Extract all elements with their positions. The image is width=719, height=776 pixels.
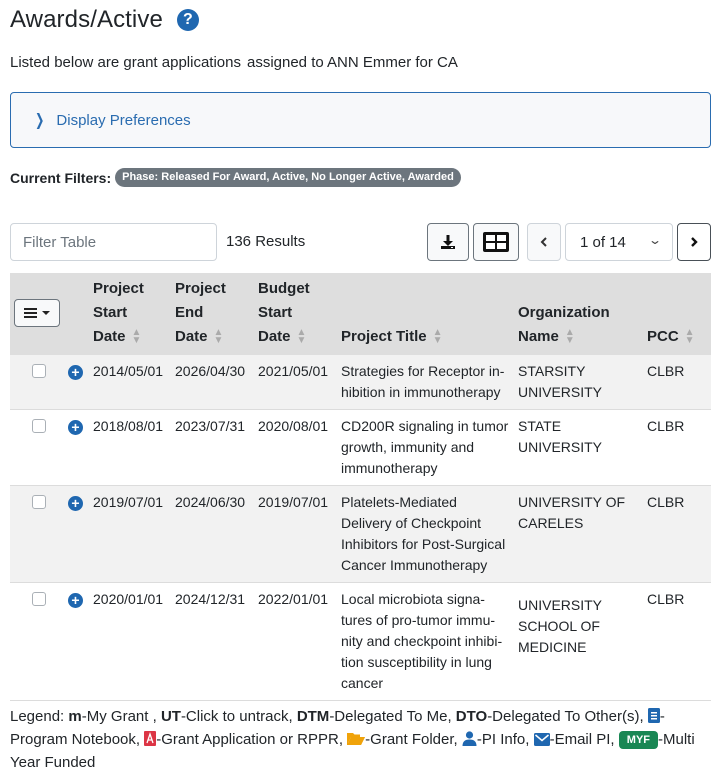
cell-pcc: CLBR [643, 485, 711, 583]
current-filters-label: Current Filters: [10, 169, 112, 186]
cell-pcc: CLBR [643, 409, 711, 486]
chevron-left-icon [540, 237, 547, 247]
table-row: + 2018/08/01 2023/07/31 2020/08/01 CD200… [10, 409, 711, 486]
notebook-icon [647, 708, 660, 723]
legend-code-dto: DTO [455, 708, 488, 725]
plus-circle-icon[interactable]: + [68, 365, 83, 380]
cell-project-start-date: 2014/05/01 [89, 355, 171, 410]
chevron-right-icon: ❯ [35, 112, 45, 129]
envelope-icon [533, 733, 550, 746]
cell-budget-start-date: 2021/05/01 [254, 355, 337, 410]
table-row: + 2020/01/01 2024/12/31 2022/01/01 Local… [10, 582, 711, 701]
cell-project-end-date: 2026/04/30 [171, 355, 254, 410]
myf-badge: MYF [618, 731, 659, 749]
folder-open-icon [347, 733, 366, 745]
page-header: Awards/Active ? [10, 2, 199, 38]
column-spacer [68, 273, 89, 355]
row-checkbox[interactable] [32, 495, 46, 509]
pdf-icon [144, 731, 157, 746]
hamburger-menu-icon [24, 308, 37, 318]
legend-code-m: m [68, 708, 82, 725]
table-header-row: Project Start Date ▲ ▼ Project End Date ▲ ▼ … [10, 273, 711, 355]
cell-project-end-date: 2024/06/30 [171, 485, 254, 583]
row-checkbox[interactable] [32, 419, 46, 433]
row-checkbox[interactable] [32, 364, 46, 378]
sort-icon[interactable]: ▲ ▼ [685, 328, 695, 346]
download-button[interactable] [427, 223, 469, 261]
column-header-project-end-date[interactable]: Project End Date ▲ ▼ [171, 273, 254, 355]
cell-project-end-date: 2023/07/31 [171, 409, 254, 486]
column-header-project-start-date[interactable]: Project Start Date ▲ ▼ [89, 273, 171, 355]
sort-icon[interactable]: ▲ ▼ [297, 328, 307, 346]
cell-project-title: Local microbiota signa­tures of pro-tumo… [337, 582, 514, 701]
display-preferences-label: Display Preferences [56, 111, 191, 129]
download-icon [441, 235, 455, 249]
chevron-down-icon: ⌄ [647, 233, 663, 247]
page-select[interactable]: 1 of 14 ⌄ [565, 223, 673, 261]
cell-budget-start-date: 2019/07/01 [254, 485, 337, 583]
cell-pcc: CLBR [643, 582, 711, 701]
cell-budget-start-date: 2020/08/01 [254, 409, 337, 486]
cell-project-end-date: 2024/12/31 [171, 582, 254, 701]
column-header-organization-name[interactable]: Organization Name ▲ ▼ [514, 273, 643, 355]
cell-organization-name: UNIVERSITY SCHOOL OF MEDICINE [514, 582, 643, 701]
row-checkbox[interactable] [32, 592, 46, 606]
next-page-button[interactable] [677, 223, 711, 261]
table-row: + 2014/05/01 2026/04/30 2021/05/01 Strat… [10, 355, 711, 410]
cell-project-title: Platelets-Mediated Delivery of Checkpoin… [337, 485, 514, 583]
cell-organization-name: UNIVERSITY OF CARELES [514, 485, 643, 583]
column-menu-button[interactable] [14, 299, 60, 327]
cell-organization-name: STATE UNIVERSITY [514, 409, 643, 486]
plus-circle-icon[interactable]: + [68, 420, 83, 435]
page-select-value: 1 of 14 [580, 233, 626, 251]
plus-circle-icon[interactable]: + [68, 593, 83, 608]
table-columns-icon [483, 232, 509, 252]
question-circle-icon[interactable]: ? [176, 9, 199, 31]
cell-project-start-date: 2019/07/01 [89, 485, 171, 583]
cell-project-start-date: 2020/01/01 [89, 582, 171, 701]
cell-pcc: CLBR [643, 355, 711, 410]
column-header-project-title[interactable]: Project Title ▲ ▼ [337, 273, 514, 355]
cell-budget-start-date: 2022/01/01 [254, 582, 337, 701]
display-preferences-toggle[interactable]: ❯ Display Preferences [10, 92, 711, 148]
current-filters: Current Filters: Phase: Released For Awa… [10, 168, 461, 187]
column-header-pcc[interactable]: PCC ▲ ▼ [643, 273, 711, 355]
table-row: + 2019/07/01 2024/06/30 2019/07/01 Plate… [10, 485, 711, 583]
column-header-budget-start-date[interactable]: Budget Start Date ▲ ▼ [254, 273, 337, 355]
subtitle-prefix: Listed below are grant applications [10, 54, 241, 71]
chevron-right-icon [691, 237, 698, 247]
sort-icon[interactable]: ▲ ▼ [132, 328, 142, 346]
legend-code-dtm: DTM [296, 708, 330, 725]
cell-organization-name: STARSITY UNIVERSITY [514, 355, 643, 410]
column-menu-cell [10, 273, 68, 355]
filter-table-input[interactable] [10, 223, 217, 261]
column-layout-button[interactable] [473, 223, 519, 261]
sort-icon[interactable]: ▲ ▼ [214, 328, 224, 346]
grants-table: Project Start Date ▲ ▼ Project End Date ▲ ▼ … [10, 273, 711, 701]
filter-badge-phase: Phase: Released For Award, Active, No Lo… [115, 168, 461, 187]
caret-down-icon [42, 311, 50, 315]
previous-page-button[interactable] [527, 223, 561, 261]
legend: Legend: m-My Grant , UT-Click to untrack… [10, 708, 695, 771]
sort-icon[interactable]: ▲ ▼ [433, 328, 443, 346]
user-icon [462, 731, 477, 746]
subtitle-suffix: assigned to ANN Emmer for CA [246, 54, 458, 71]
sort-icon[interactable]: ▲ ▼ [565, 328, 575, 346]
page-subtitle: Listed below are grant applications assig… [10, 54, 458, 71]
cell-project-title: Strategies for Receptor in­hibition in i… [337, 355, 514, 410]
legend-code-ut: UT [160, 708, 181, 725]
table-toolbar: 136 Results 1 of 14 ⌄ [10, 223, 711, 261]
plus-circle-icon[interactable]: + [68, 496, 83, 511]
cell-project-start-date: 2018/08/01 [89, 409, 171, 486]
cell-project-title: CD200R signaling in tumor growth, immuni… [337, 409, 514, 486]
results-count: 136 Results [226, 233, 306, 250]
page-title: Awards/Active [10, 6, 163, 33]
